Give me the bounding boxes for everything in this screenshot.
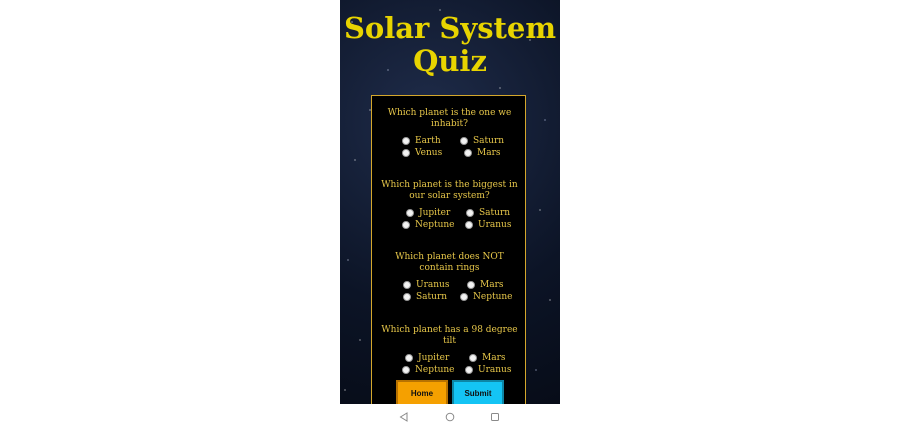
radio-button[interactable] xyxy=(465,221,473,229)
submit-button[interactable]: Submit xyxy=(452,380,504,404)
option-mars[interactable]: Mars xyxy=(464,147,501,159)
option-earth[interactable]: Earth xyxy=(402,135,441,147)
question-4: Which planet has a 98 degree tilt Jupite… xyxy=(372,325,527,376)
option-label: Uranus xyxy=(416,280,450,290)
question-1: Which planet is the one we inhabit? Eart… xyxy=(372,108,527,159)
option-label: Saturn xyxy=(479,208,511,218)
option-mars[interactable]: Mars xyxy=(469,352,506,364)
question-3-options: Uranus Mars Saturn Neptune xyxy=(372,279,527,303)
radio-button[interactable] xyxy=(406,209,414,217)
radio-button[interactable] xyxy=(464,149,472,157)
back-triangle-icon[interactable] xyxy=(398,411,410,423)
option-label: Mars xyxy=(477,148,501,158)
option-saturn[interactable]: Saturn xyxy=(460,135,504,147)
question-2: Which planet is the biggest in our solar… xyxy=(372,180,527,231)
app-screen: Solar System Quiz Which planet is the on… xyxy=(340,0,560,404)
radio-button[interactable] xyxy=(467,281,475,289)
question-4-text: Which planet has a 98 degree tilt xyxy=(381,325,518,346)
option-label: Uranus xyxy=(478,365,512,375)
option-neptune[interactable]: Neptune xyxy=(460,291,513,303)
quiz-panel: Which planet is the one we inhabit? Eart… xyxy=(371,95,526,404)
page-title: Solar System Quiz xyxy=(340,12,560,78)
option-jupiter[interactable]: Jupiter xyxy=(406,207,450,219)
radio-button[interactable] xyxy=(469,354,477,362)
radio-button[interactable] xyxy=(403,281,411,289)
option-label: Uranus xyxy=(478,220,512,230)
home-button[interactable]: Home xyxy=(396,380,448,404)
question-1-text: Which planet is the one we inhabit? xyxy=(387,108,512,129)
radio-button[interactable] xyxy=(460,293,468,301)
option-label: Neptune xyxy=(415,220,455,230)
option-label: Mars xyxy=(482,353,506,363)
option-label: Mars xyxy=(480,280,504,290)
question-2-text: Which planet is the biggest in our solar… xyxy=(381,180,518,201)
radio-button[interactable] xyxy=(460,137,468,145)
title-line-2: Quiz xyxy=(413,44,487,78)
home-circle-icon[interactable] xyxy=(444,411,456,423)
radio-button[interactable] xyxy=(402,137,410,145)
radio-button[interactable] xyxy=(402,149,410,157)
question-4-options: Jupiter Mars Neptune Uranus xyxy=(372,352,527,376)
option-mars[interactable]: Mars xyxy=(467,279,504,291)
option-uranus[interactable]: Uranus xyxy=(465,219,511,231)
option-label: Earth xyxy=(415,136,441,146)
option-uranus[interactable]: Uranus xyxy=(465,364,511,376)
android-navigation-bar xyxy=(340,404,560,430)
option-neptune[interactable]: Neptune xyxy=(402,364,455,376)
radio-button[interactable] xyxy=(466,209,474,217)
question-1-options: Earth Saturn Venus Mars xyxy=(372,135,527,159)
radio-button[interactable] xyxy=(402,366,410,374)
radio-button[interactable] xyxy=(403,293,411,301)
option-label: Neptune xyxy=(415,365,455,375)
radio-button[interactable] xyxy=(465,366,473,374)
option-uranus[interactable]: Uranus xyxy=(403,279,449,291)
option-jupiter[interactable]: Jupiter xyxy=(405,352,449,364)
option-venus[interactable]: Venus xyxy=(402,147,442,159)
option-label: Jupiter xyxy=(418,353,450,363)
recents-square-icon[interactable] xyxy=(489,411,501,423)
option-neptune[interactable]: Neptune xyxy=(402,219,455,231)
question-3: Which planet does NOT contain rings Uran… xyxy=(372,252,527,303)
option-saturn[interactable]: Saturn xyxy=(403,291,447,303)
radio-button[interactable] xyxy=(405,354,413,362)
option-label: Jupiter xyxy=(419,208,451,218)
title-line-1: Solar System xyxy=(343,11,557,45)
option-label: Saturn xyxy=(473,136,505,146)
option-label: Venus xyxy=(415,148,443,158)
radio-button[interactable] xyxy=(402,221,410,229)
option-saturn[interactable]: Saturn xyxy=(466,207,510,219)
question-3-text: Which planet does NOT contain rings xyxy=(395,252,504,273)
option-label: Saturn xyxy=(416,292,448,302)
question-2-options: Jupiter Saturn Neptune Uranus xyxy=(372,207,527,231)
option-label: Neptune xyxy=(473,292,513,302)
